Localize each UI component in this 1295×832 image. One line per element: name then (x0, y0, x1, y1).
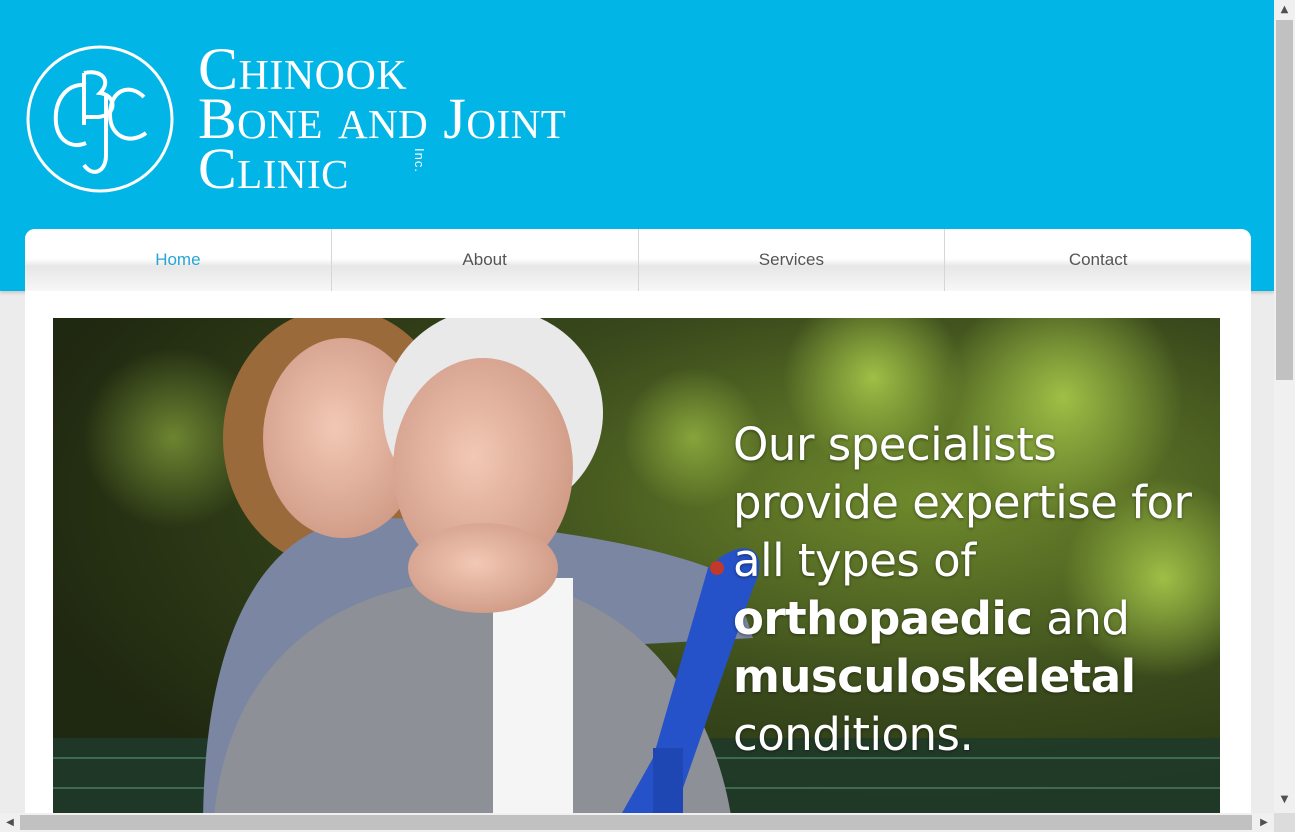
hero-text-part2: and (1032, 592, 1130, 645)
vertical-scroll-thumb[interactable] (1276, 20, 1293, 380)
scrollbar-corner (1274, 813, 1295, 832)
nav-services[interactable]: Services (639, 229, 946, 291)
horizontal-scrollbar[interactable]: ◀ ▶ (0, 813, 1274, 832)
logo-inc-suffix: Inc. (412, 148, 427, 173)
hero-bold-orthopaedic: orthopaedic (733, 592, 1033, 645)
logo-line-clinic: Clinic Inc. (198, 140, 566, 198)
scroll-left-arrow-icon[interactable]: ◀ (0, 818, 20, 828)
hero-bold-musculoskeletal: musculoskeletal (733, 650, 1136, 703)
hero-text-part1: Our specialists provide expertise for al… (733, 418, 1192, 587)
hero-banner: Our specialists provide expertise for al… (53, 318, 1220, 813)
nav-about[interactable]: About (332, 229, 639, 291)
horizontal-scroll-thumb[interactable] (20, 815, 1252, 830)
hero-text-part3: conditions. (733, 708, 974, 761)
scroll-right-arrow-icon[interactable]: ▶ (1254, 818, 1274, 828)
main-nav: Home About Services Contact (25, 229, 1251, 291)
vertical-scrollbar[interactable]: ▲ ▼ (1274, 0, 1295, 813)
clinic-logo-wordmark[interactable]: Chinook Bone and Joint Clinic Inc. (198, 39, 566, 198)
scroll-down-arrow-icon[interactable]: ▼ (1274, 795, 1295, 805)
logo-clinic-word: Clinic (198, 136, 349, 201)
scroll-up-arrow-icon[interactable]: ▲ (1274, 5, 1295, 15)
browser-viewport: Chinook Bone and Joint Clinic Inc. Home A… (0, 0, 1274, 813)
hero-tagline: Our specialists provide expertise for al… (733, 416, 1193, 764)
nav-home[interactable]: Home (25, 229, 332, 291)
nav-contact[interactable]: Contact (945, 229, 1251, 291)
content-panel: Home About Services Contact Our speciali… (25, 229, 1251, 813)
clinic-logo-monogram[interactable] (26, 45, 174, 193)
